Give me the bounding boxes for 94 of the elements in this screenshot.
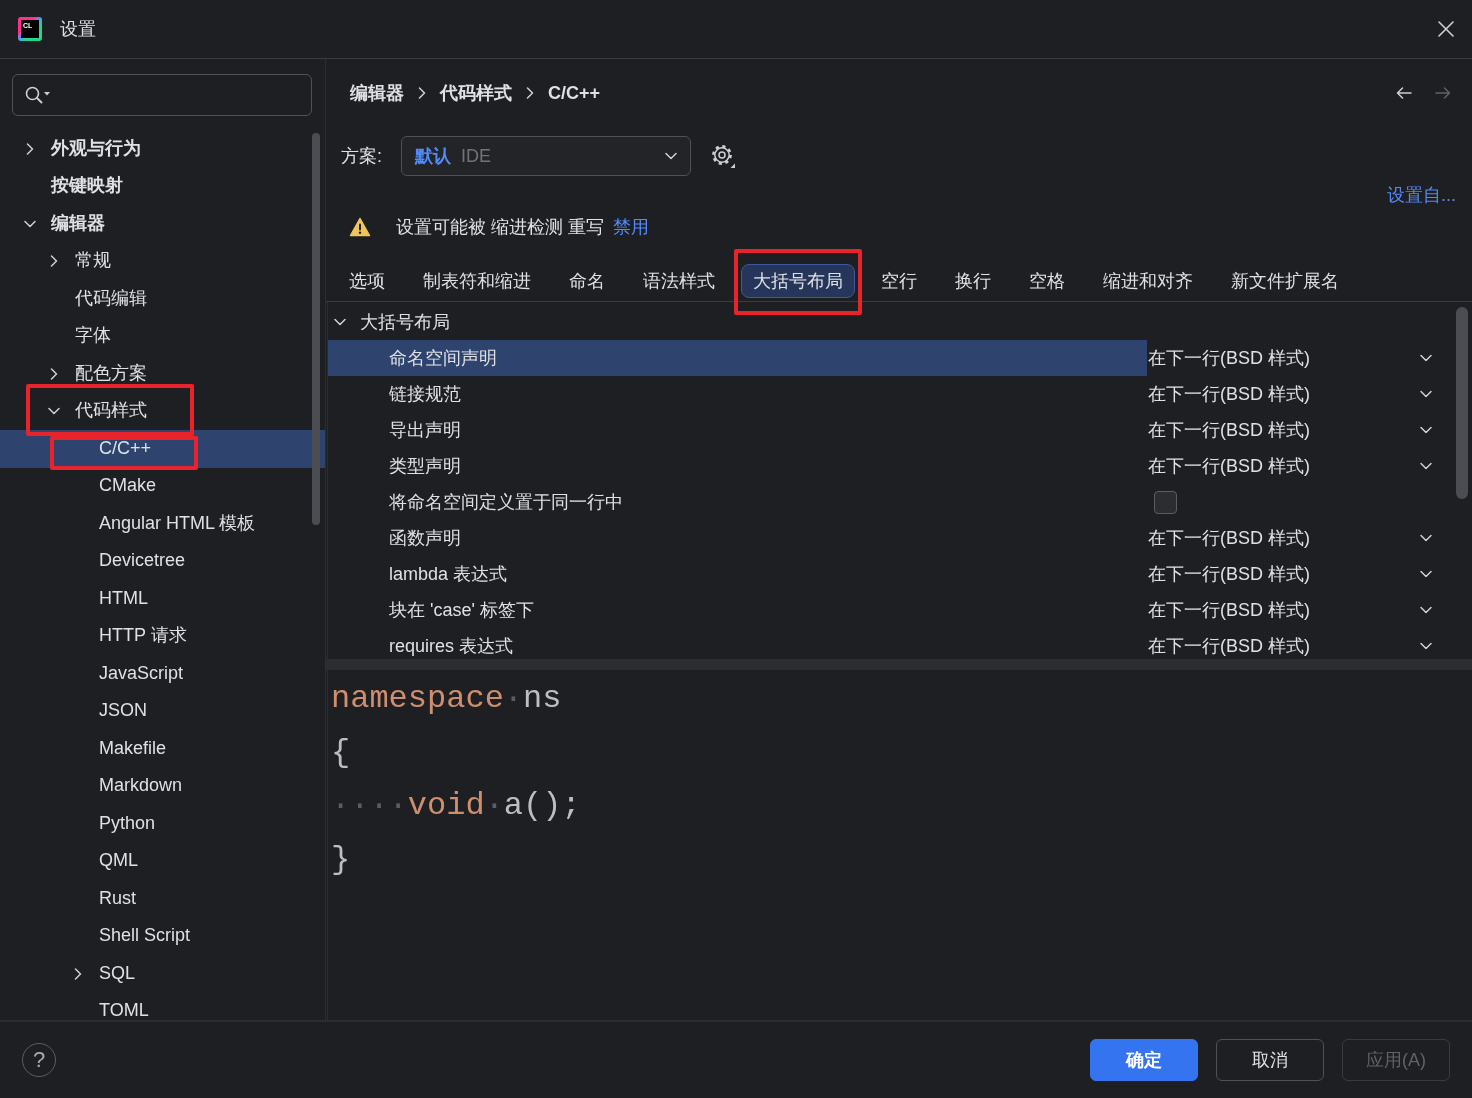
chevron-down-icon[interactable] xyxy=(48,407,60,416)
tree-item[interactable]: Makefile xyxy=(99,737,167,760)
tree-item[interactable]: TOML xyxy=(99,1000,149,1020)
tab[interactable]: 语法样式 xyxy=(631,264,727,298)
option-label[interactable]: 命名空间声明 xyxy=(389,347,497,369)
chevron-down-icon xyxy=(1420,606,1432,614)
tab[interactable]: 缩进和对齐 xyxy=(1091,264,1205,298)
tree-item[interactable]: SQL xyxy=(99,962,136,985)
value-dropdown[interactable]: 在下一行(BSD 样式) xyxy=(1148,455,1432,477)
tab[interactable]: 大括号布局 xyxy=(741,264,855,298)
tree-item[interactable]: Markdown xyxy=(99,775,183,798)
tree-item[interactable]: Shell Script xyxy=(99,925,191,948)
warning-text: 设置可能被 缩进检测 重写 xyxy=(396,216,604,238)
tree-item[interactable]: 按键映射 xyxy=(51,175,123,198)
value-dropdown[interactable]: 在下一行(BSD 样式) xyxy=(1148,527,1432,549)
value-dropdown[interactable]: 在下一行(BSD 样式) xyxy=(1148,635,1432,657)
option-label[interactable]: 类型声明 xyxy=(389,455,461,477)
primary-button[interactable]: 确定 xyxy=(1090,1039,1198,1081)
tree-item[interactable]: 外观与行为 xyxy=(51,137,141,160)
chevron-down-icon xyxy=(1420,390,1432,398)
tree-item[interactable]: QML xyxy=(99,850,138,873)
checkbox[interactable] xyxy=(1154,490,1177,514)
breadcrumb-item[interactable]: C/C++ xyxy=(548,81,601,105)
chevron-right-icon[interactable] xyxy=(26,142,34,155)
search-field[interactable] xyxy=(12,74,312,116)
code-line: { xyxy=(331,732,351,773)
tree-item[interactable]: 常规 xyxy=(75,250,111,273)
value-dropdown[interactable]: 在下一行(BSD 样式) xyxy=(1148,383,1432,405)
tab[interactable]: 换行 xyxy=(943,264,1003,298)
breadcrumb-item[interactable]: 代码样式 xyxy=(440,81,512,105)
settings-icon[interactable] xyxy=(711,144,735,168)
tree-item[interactable]: JavaScript xyxy=(99,662,184,685)
tree-item[interactable]: CMake xyxy=(99,475,156,498)
chevron-down-icon[interactable] xyxy=(24,219,36,228)
tree-item[interactable]: 字体 xyxy=(75,325,111,348)
tree-item[interactable]: C/C++ xyxy=(99,437,152,460)
tree-item[interactable]: Angular HTML 模板 xyxy=(99,512,256,535)
disable-link[interactable]: 禁用 xyxy=(613,216,649,238)
window-title: 设置 xyxy=(60,18,96,40)
value-dropdown[interactable]: 在下一行(BSD 样式) xyxy=(1148,563,1432,585)
tab[interactable]: 新文件扩展名 xyxy=(1219,264,1351,298)
warning-icon xyxy=(349,217,371,237)
tree-item[interactable]: JSON xyxy=(99,700,147,723)
back-arrow-icon[interactable] xyxy=(1396,87,1412,99)
chevron-right-icon xyxy=(526,87,534,99)
option-label[interactable]: 链接规范 xyxy=(389,383,461,405)
chevron-right-icon[interactable] xyxy=(50,367,58,380)
option-label[interactable]: 块在 'case' 标签下 xyxy=(389,599,534,621)
tree-item[interactable]: 代码样式 xyxy=(75,400,147,423)
breadcrumb-item[interactable]: 编辑器 xyxy=(350,81,404,105)
option-label[interactable]: 将命名空间定义置于同一行中 xyxy=(389,491,623,513)
chevron-right-icon xyxy=(418,87,426,99)
scrollbar[interactable] xyxy=(312,133,320,525)
chevron-down-icon xyxy=(1420,570,1432,578)
scheme-dropdown[interactable]: 默认 IDE xyxy=(401,136,691,176)
chevron-down-icon xyxy=(665,152,677,160)
scrollbar[interactable] xyxy=(1456,307,1468,499)
chevron-down-icon xyxy=(1420,462,1432,470)
tab[interactable]: 命名 xyxy=(557,264,617,298)
tree-item[interactable]: 代码编辑 xyxy=(75,287,147,310)
option-label[interactable]: requires 表达式 xyxy=(389,635,514,657)
chevron-down-icon xyxy=(1420,354,1432,362)
option-label[interactable]: lambda 表达式 xyxy=(389,563,508,585)
tree-item[interactable]: Python xyxy=(99,812,156,835)
code-line: namespace·ns xyxy=(331,679,562,719)
close-icon[interactable] xyxy=(1438,21,1454,37)
code-line: } xyxy=(331,839,351,880)
chevron-right-icon[interactable] xyxy=(74,967,82,980)
value-dropdown[interactable]: 在下一行(BSD 样式) xyxy=(1148,347,1432,369)
tree-item[interactable]: HTTP 请求 xyxy=(99,625,187,648)
set-from-link[interactable]: 设置自... xyxy=(1387,184,1456,206)
search-icon[interactable] xyxy=(25,86,51,104)
tab[interactable]: 空行 xyxy=(869,264,929,298)
tree-item[interactable]: 配色方案 xyxy=(75,362,147,385)
tree-item[interactable]: 编辑器 xyxy=(51,212,105,235)
chevron-down-icon xyxy=(1420,642,1432,650)
tab[interactable]: 选项 xyxy=(337,264,397,298)
option-label[interactable]: 导出声明 xyxy=(389,419,461,441)
tree-item[interactable]: HTML xyxy=(99,587,148,610)
dialog-button[interactable]: 取消 xyxy=(1216,1039,1324,1081)
chevron-right-icon[interactable] xyxy=(50,255,58,268)
value-dropdown[interactable]: 在下一行(BSD 样式) xyxy=(1148,599,1432,621)
tab[interactable]: 制表符和缩进 xyxy=(411,264,543,298)
code-line: ····void·a(); xyxy=(331,786,581,826)
tree-item[interactable]: Devicetree xyxy=(99,550,186,573)
option-label[interactable]: 函数声明 xyxy=(389,527,461,549)
value-dropdown[interactable]: 在下一行(BSD 样式) xyxy=(1148,419,1432,441)
group-header[interactable]: 大括号布局 xyxy=(360,311,450,333)
tree-item[interactable]: Rust xyxy=(99,887,136,910)
scheme-label: 方案: xyxy=(341,145,382,168)
chevron-down-icon xyxy=(1420,534,1432,542)
chevron-down-icon[interactable] xyxy=(334,318,346,326)
tab[interactable]: 空格 xyxy=(1017,264,1077,298)
chevron-down-icon xyxy=(1420,426,1432,434)
